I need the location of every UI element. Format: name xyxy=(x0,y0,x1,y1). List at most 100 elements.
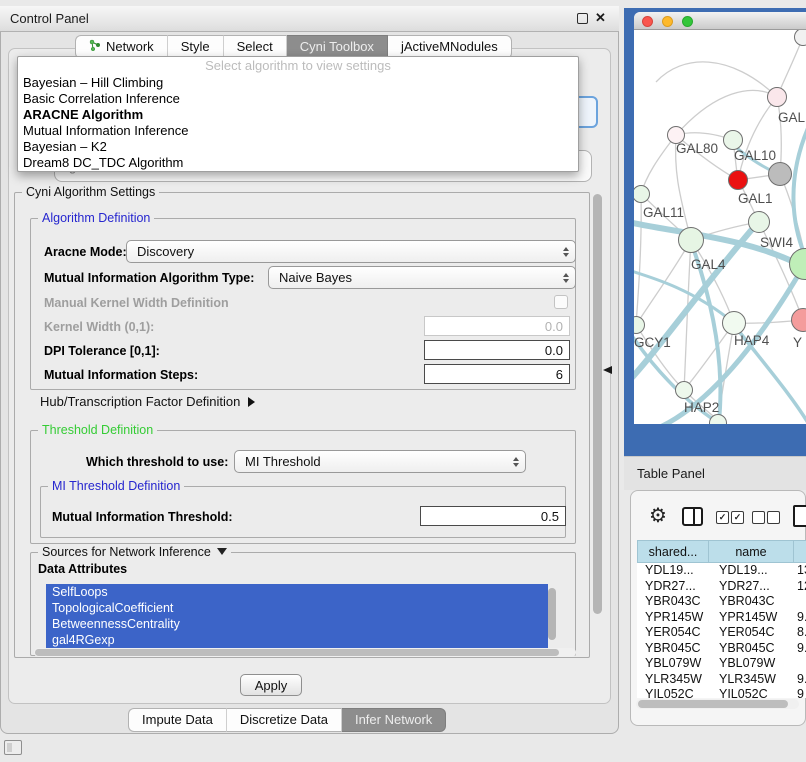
stepper-icon xyxy=(563,273,569,283)
mi-threshold-value: 0.5 xyxy=(541,509,559,524)
mi-threshold-input[interactable]: 0.5 xyxy=(420,506,566,526)
column-header-shared[interactable]: shared... xyxy=(637,540,709,563)
tab-label: Network xyxy=(106,36,154,58)
tab-label: Impute Data xyxy=(142,709,213,731)
which-threshold-combobox[interactable]: MI Threshold xyxy=(234,450,526,473)
minimized-panel-icon[interactable] xyxy=(4,740,22,755)
network-node-gcy1[interactable] xyxy=(634,316,645,334)
table-cell: YLR345W xyxy=(709,672,794,688)
network-window-titlebar[interactable] xyxy=(634,12,806,30)
table-row[interactable]: YBR045CYBR045C9. xyxy=(637,641,806,657)
scrollbar-thumb[interactable] xyxy=(638,700,788,708)
close-traffic-light-icon[interactable] xyxy=(642,16,653,27)
table-row[interactable]: YDR27...YDR27...12 xyxy=(637,579,806,595)
close-icon[interactable]: ✕ xyxy=(595,10,606,26)
list-vertical-scrollbar[interactable] xyxy=(548,588,556,640)
checked-box-icon[interactable]: ✓ xyxy=(716,511,729,524)
network-node-gal1[interactable] xyxy=(748,211,770,233)
tab-label: Infer Network xyxy=(355,709,432,731)
control-panel-titlebar[interactable]: Control Panel xyxy=(0,6,619,32)
network-node-gal4[interactable] xyxy=(678,227,704,253)
network-node-bottom-cut[interactable] xyxy=(709,414,727,424)
table-cell xyxy=(794,656,806,672)
stepper-icon xyxy=(513,457,519,467)
zoom-traffic-light-icon[interactable] xyxy=(682,16,693,27)
manual-kernel-checkbox[interactable] xyxy=(554,295,568,309)
settings-vertical-scrollbar[interactable] xyxy=(593,194,602,614)
tab-label: Cyni Toolbox xyxy=(300,36,374,58)
scrollbar-thumb[interactable] xyxy=(35,649,559,656)
tab-label: Style xyxy=(181,36,210,58)
mi-steps-input[interactable]: 6 xyxy=(424,364,570,384)
dpi-tolerance-input[interactable]: 0.0 xyxy=(424,340,570,360)
table-row[interactable]: YER054CYER054C8. xyxy=(637,625,806,641)
minimize-traffic-light-icon[interactable] xyxy=(662,16,673,27)
tab-discretize-data[interactable]: Discretize Data xyxy=(227,708,342,732)
attribute-betweennesscentrality[interactable]: BetweennessCentrality xyxy=(46,616,548,632)
tab-infer-network[interactable]: Infer Network xyxy=(342,708,446,732)
network-canvas[interactable]: GALGAL80GAL10GAL1SWI4GAL11GAL4GCY1HAP4YH… xyxy=(634,30,806,424)
network-node-gal-pink[interactable] xyxy=(767,87,787,107)
network-node-red[interactable] xyxy=(728,170,748,190)
float-window-icon[interactable] xyxy=(577,13,588,24)
split-columns-icon[interactable] xyxy=(682,507,703,526)
network-node-swi4-big[interactable] xyxy=(789,248,806,280)
kernel-width-input[interactable]: 0.0 xyxy=(424,316,570,336)
mi-type-label: Mutual Information Algorithm Type: xyxy=(44,271,254,285)
algorithm-option-basic-correlation-inference[interactable]: Basic Correlation Inference xyxy=(18,91,578,107)
aracne-mode-value: Discovery xyxy=(137,244,194,259)
table-row[interactable]: YBL079WYBL079W xyxy=(637,656,806,672)
node-label-gal: GAL xyxy=(778,110,805,125)
table-row[interactable]: YBR043CYBR043C xyxy=(637,594,806,610)
network-node-hap2[interactable] xyxy=(675,381,693,399)
column-header-a[interactable]: A xyxy=(794,540,806,563)
tab-impute-data[interactable]: Impute Data xyxy=(128,708,227,732)
network-node-gal10[interactable] xyxy=(723,130,743,150)
network-node-top-cut[interactable] xyxy=(794,30,806,46)
network-node-gray[interactable] xyxy=(768,162,792,186)
node-label-gal11: GAL11 xyxy=(643,205,684,220)
tab-label: Select xyxy=(237,36,273,58)
network-window[interactable]: GALGAL80GAL10GAL1SWI4GAL11GAL4GCY1HAP4YH… xyxy=(634,12,806,424)
network-node-salmon[interactable] xyxy=(791,308,806,332)
table-panel-titlebar[interactable]: Table Panel xyxy=(624,456,806,490)
attribute-selfloops[interactable]: SelfLoops xyxy=(46,584,548,600)
table-cell: YBR045C xyxy=(637,641,709,657)
hub-definition-toggle[interactable]: Hub/Transcription Factor Definition xyxy=(40,394,255,409)
mi-type-combobox[interactable]: Naive Bayes xyxy=(268,266,576,289)
table-row[interactable]: YLR345WYLR345W9. xyxy=(637,672,806,688)
algorithm-option-dream8-dc-tdc-algorithm[interactable]: Dream8 DC_TDC Algorithm xyxy=(18,155,578,171)
table-cell: 9. xyxy=(794,641,806,657)
attribute-topologicalcoefficient[interactable]: TopologicalCoefficient xyxy=(46,600,548,616)
checked-box-icon[interactable]: ✓ xyxy=(731,511,744,524)
algorithm-option-mutual-information-inference[interactable]: Mutual Information Inference xyxy=(18,123,578,139)
algorithm-option-bayesian-hill-climbing[interactable]: Bayesian – Hill Climbing xyxy=(18,75,578,91)
table-cell: YIL052C xyxy=(709,687,794,698)
algorithm-option-bayesian-k2[interactable]: Bayesian – K2 xyxy=(18,139,578,155)
table-row[interactable]: YIL052CYIL052C9 xyxy=(637,687,806,698)
column-header-name[interactable]: name xyxy=(709,540,794,563)
attribute-gal4rgexp[interactable]: gal4RGexp xyxy=(46,632,548,648)
table-cell: YPR145W xyxy=(709,610,794,626)
table-cell: 9. xyxy=(794,610,806,626)
table-row[interactable]: YPR145WYPR145W9. xyxy=(637,610,806,626)
gear-icon[interactable]: ⚙ xyxy=(649,506,667,526)
table-row[interactable]: YDL19...YDL19...13 xyxy=(637,563,806,579)
unchecked-box-icon[interactable] xyxy=(752,511,765,524)
node-label-swi4: SWI4 xyxy=(760,235,793,250)
network-node-hap4[interactable] xyxy=(722,311,746,335)
aracne-mode-combobox[interactable]: Discovery xyxy=(126,240,576,263)
mi-steps-label: Mutual Information Steps: xyxy=(44,368,198,382)
apply-button[interactable]: Apply xyxy=(240,674,302,696)
sources-legend[interactable]: Sources for Network Inference xyxy=(38,545,231,559)
network-node-gal11[interactable] xyxy=(634,185,650,203)
table-cell: YLR345W xyxy=(637,672,709,688)
mi-threshold-label: Mutual Information Threshold: xyxy=(52,510,233,524)
algorithm-option-aracne-algorithm[interactable]: ARACNE Algorithm xyxy=(18,107,578,123)
unchecked-box-icon[interactable] xyxy=(767,511,780,524)
file-icon[interactable] xyxy=(793,505,806,527)
table-horizontal-scrollbar[interactable] xyxy=(636,699,799,709)
table-cell: YBL079W xyxy=(637,656,709,672)
sources-horizontal-scrollbar[interactable] xyxy=(34,648,576,657)
kernel-width-label: Kernel Width (0,1): xyxy=(44,320,154,334)
